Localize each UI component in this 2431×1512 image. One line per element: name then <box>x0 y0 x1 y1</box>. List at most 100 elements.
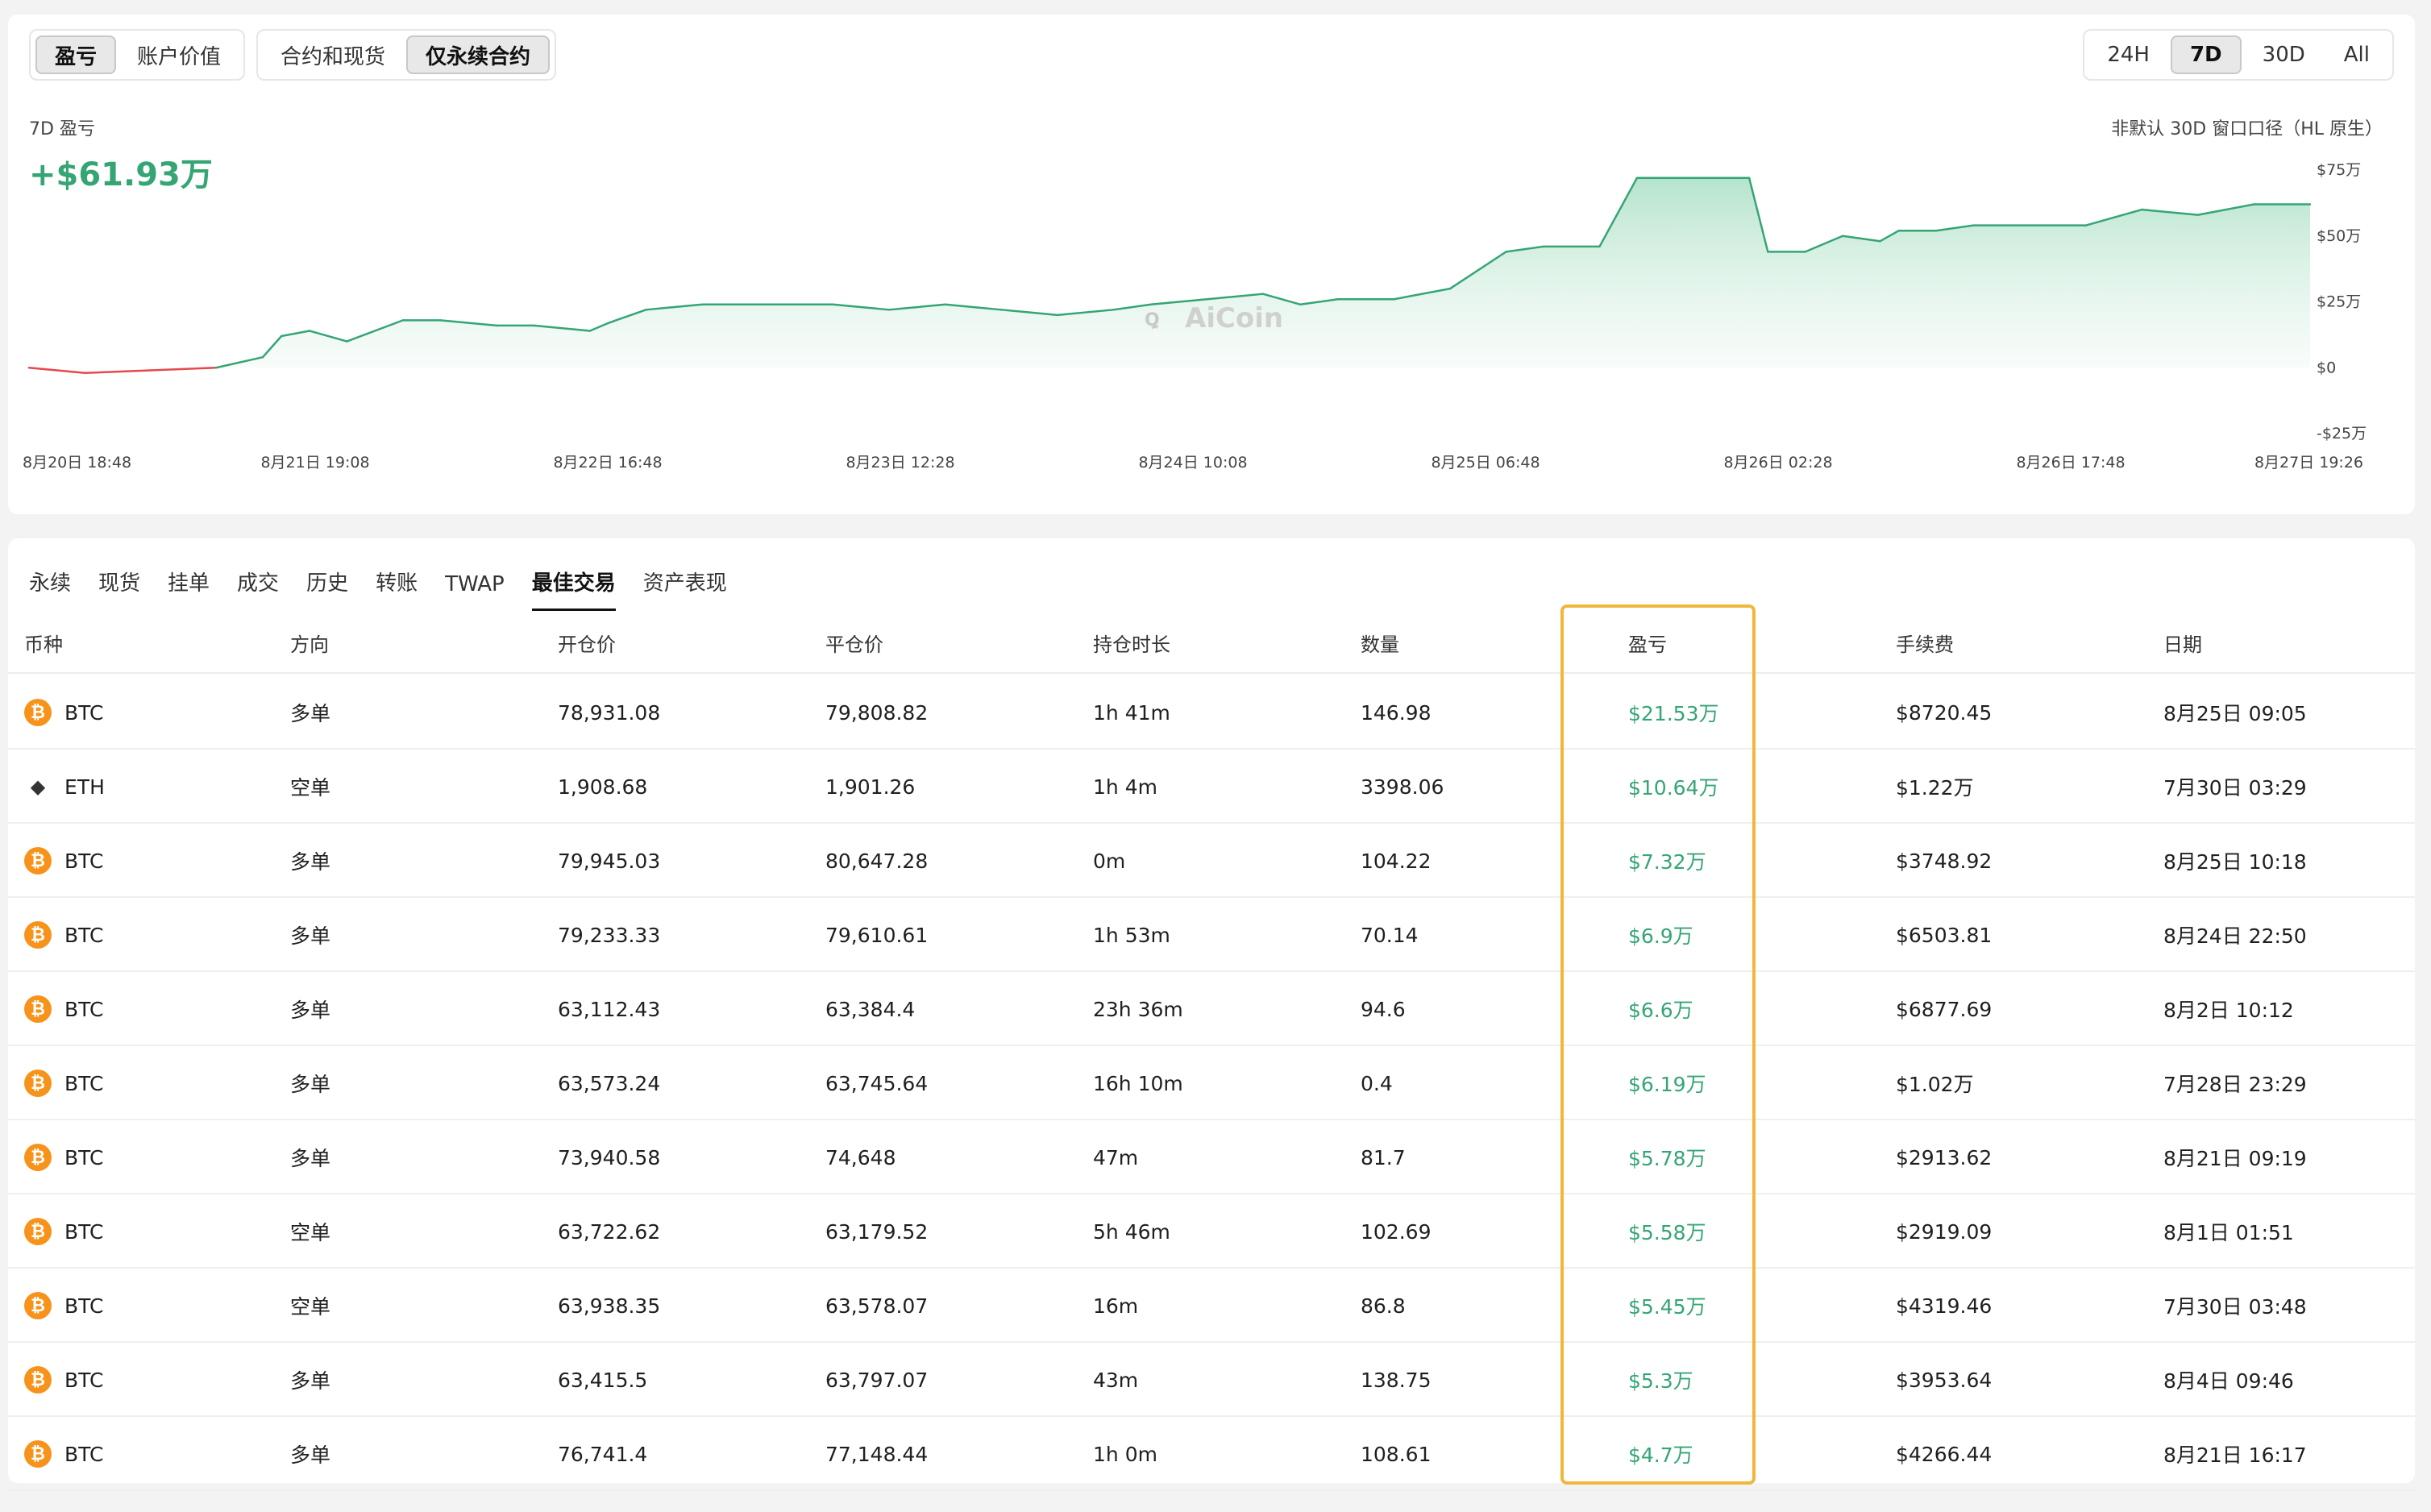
cell-side: 多单 <box>290 850 331 874</box>
table-row[interactable]: ₿ BTC 空单 63,938.35 63,578.07 16m 86.8 $5.45万 $43… <box>8 1269 2415 1343</box>
cell-duration: 5h 46m <box>1093 1219 1170 1244</box>
x-tick-label: 8月24日 10:08 <box>1138 454 1247 471</box>
cell-pnl: $6.6万 <box>1628 999 1693 1022</box>
cell-coin: ₿ BTC <box>24 898 103 972</box>
trades-table-card: 永续 现货 挂单 成交 历史 转账 TWAP 最佳交易 资产表现 币种 方向 开仓价 平仓价 持仓时长 数… <box>8 538 2415 1491</box>
coin-symbol: BTC <box>64 1294 104 1318</box>
bitcoin-icon: ₿ <box>24 1440 52 1468</box>
coin-symbol: BTC <box>64 1442 104 1466</box>
table-row[interactable]: ◆ ETH 空单 1,908.68 1,901.26 1h 4m 3398.06 $10.64… <box>8 750 2415 824</box>
x-tick-label: 8月20日 18:48 <box>23 454 131 471</box>
cell-side: 空单 <box>290 776 331 800</box>
table-tab[interactable]: 现货 <box>85 567 154 611</box>
cell-side: 多单 <box>290 999 331 1022</box>
table-tab[interactable]: 历史 <box>293 567 362 611</box>
cell-date: 8月25日 10:18 <box>2163 850 2307 874</box>
table-tab[interactable]: 最佳交易 <box>518 567 630 611</box>
table-row[interactable]: ₿ BTC 多单 78,931.08 79,808.82 1h 41m 146.98 $21.… <box>8 675 2415 750</box>
cell-duration: 1h 53m <box>1093 923 1170 947</box>
cell-side: 多单 <box>290 1073 331 1096</box>
bitcoin-icon: ₿ <box>24 699 52 726</box>
cell-coin: ₿ BTC <box>24 972 103 1046</box>
cell-quantity: 104.22 <box>1361 849 1432 873</box>
table-tab[interactable]: TWAP <box>431 572 518 611</box>
cell-open-price: 76,741.4 <box>558 1442 648 1466</box>
cell-quantity: 86.8 <box>1361 1294 1406 1318</box>
cell-close-price: 63,179.52 <box>825 1219 929 1244</box>
cell-open-price: 63,722.62 <box>558 1219 661 1244</box>
cell-side: 多单 <box>290 1369 331 1393</box>
table-row[interactable]: ₿ BTC 空单 63,722.62 63,179.52 5h 46m 102.69 $5.5… <box>8 1194 2415 1269</box>
table-tab[interactable]: 挂单 <box>154 567 223 611</box>
cell-date: 7月30日 03:29 <box>2163 776 2307 800</box>
column-header-duration[interactable]: 持仓时长 <box>1093 611 1170 674</box>
pnl-area-chart[interactable]: $75万 $50万 $25万 $0 -$25万 8月20日 18:48 8月21日 19:… <box>8 15 2415 514</box>
y-tick-label: $0 <box>2317 359 2336 376</box>
column-header-pnl[interactable]: 盈亏 <box>1628 611 1667 674</box>
table-row[interactable]: ₿ BTC 多单 73,940.58 74,648 47m 81.7 $5.78万 $2913.… <box>8 1120 2415 1194</box>
bitcoin-icon: ₿ <box>24 1070 52 1097</box>
cell-pnl: $21.53万 <box>1628 702 1719 725</box>
y-tick-label: $75万 <box>2317 161 2361 179</box>
cell-quantity: 94.6 <box>1361 997 1406 1021</box>
table-row[interactable]: ₿ BTC 多单 63,112.43 63,384.4 23h 36m 94.6 $6.6万 $… <box>8 972 2415 1046</box>
x-tick-label: 8月26日 17:48 <box>2016 454 2125 471</box>
table-tab[interactable]: 永续 <box>29 567 85 611</box>
cell-quantity: 102.69 <box>1361 1219 1432 1244</box>
cell-pnl: $6.9万 <box>1628 924 1693 948</box>
cell-coin: ₿ BTC <box>24 1417 103 1491</box>
cell-coin: ₿ BTC <box>24 1120 103 1194</box>
table-row[interactable]: ₿ BTC 多单 63,573.24 63,745.64 16h 10m 0.4 $6.19万… <box>8 1046 2415 1120</box>
bitcoin-icon: ₿ <box>24 1292 52 1319</box>
cell-fee: $3748.92 <box>1896 849 1993 873</box>
cell-quantity: 138.75 <box>1361 1368 1432 1392</box>
bitcoin-icon: ₿ <box>24 1144 52 1171</box>
cell-fee: $6877.69 <box>1896 997 1993 1021</box>
cell-duration: 1h 4m <box>1093 775 1157 799</box>
cell-duration: 47m <box>1093 1145 1139 1169</box>
y-tick-label: -$25万 <box>2317 425 2367 442</box>
column-header-coin[interactable]: 币种 <box>24 611 63 674</box>
column-header-open-price[interactable]: 开仓价 <box>558 611 616 674</box>
cell-side: 空单 <box>290 1295 331 1319</box>
column-header-date[interactable]: 日期 <box>2163 611 2202 674</box>
cell-close-price: 63,745.64 <box>825 1071 929 1095</box>
cell-open-price: 63,415.5 <box>558 1368 648 1392</box>
table-row[interactable]: ₿ BTC 多单 79,945.03 80,647.28 0m 104.22 $7.32万 $3… <box>8 824 2415 898</box>
column-header-side[interactable]: 方向 <box>290 611 329 674</box>
table-row[interactable]: ₿ BTC 多单 76,741.4 77,148.44 1h 0m 108.61 $4.7万 $… <box>8 1417 2415 1491</box>
cell-close-price: 77,148.44 <box>825 1442 929 1466</box>
cell-pnl: $4.7万 <box>1628 1443 1693 1467</box>
bitcoin-icon: ₿ <box>24 1218 52 1245</box>
cell-duration: 23h 36m <box>1093 997 1183 1021</box>
cell-date: 8月24日 22:50 <box>2163 924 2307 948</box>
table-row[interactable]: ₿ BTC 多单 79,233.33 79,610.61 1h 53m 70.14 $6.9万… <box>8 898 2415 972</box>
coin-symbol: BTC <box>64 1145 104 1169</box>
bitcoin-icon: ₿ <box>24 847 52 874</box>
cell-coin: ₿ BTC <box>24 1194 103 1269</box>
table-tab[interactable]: 成交 <box>223 567 293 611</box>
table-row[interactable]: ₿ BTC 多单 63,415.5 63,797.07 43m 138.75 $5.3万 $39… <box>8 1343 2415 1417</box>
watermark-text: AiCoin <box>1185 302 1283 334</box>
cell-pnl: $5.78万 <box>1628 1147 1706 1170</box>
cell-fee: $1.22万 <box>1896 776 1974 800</box>
bitcoin-icon: ₿ <box>24 921 52 949</box>
cell-fee: $4319.46 <box>1896 1294 1993 1318</box>
cell-quantity: 3398.06 <box>1361 775 1444 799</box>
table-tab[interactable]: 资产表现 <box>630 567 741 611</box>
coin-symbol: BTC <box>64 1368 104 1392</box>
cell-fee: $4266.44 <box>1896 1442 1993 1466</box>
cell-pnl: $5.58万 <box>1628 1221 1706 1244</box>
table-tabs: 永续 现货 挂单 成交 历史 转账 TWAP 最佳交易 资产表现 <box>29 538 741 611</box>
coin-symbol: BTC <box>64 700 104 725</box>
cell-open-price: 63,938.35 <box>558 1294 661 1318</box>
x-tick-label: 8月26日 02:28 <box>1723 454 1832 471</box>
table-tab[interactable]: 转账 <box>362 567 431 611</box>
bitcoin-icon: ₿ <box>24 995 52 1023</box>
column-header-fee[interactable]: 手续费 <box>1896 611 1954 674</box>
cell-date: 8月2日 10:12 <box>2163 999 2294 1022</box>
cell-side: 多单 <box>290 1443 331 1467</box>
cell-duration: 0m <box>1093 849 1126 873</box>
column-header-close-price[interactable]: 平仓价 <box>825 611 883 674</box>
column-header-quantity[interactable]: 数量 <box>1361 611 1399 674</box>
